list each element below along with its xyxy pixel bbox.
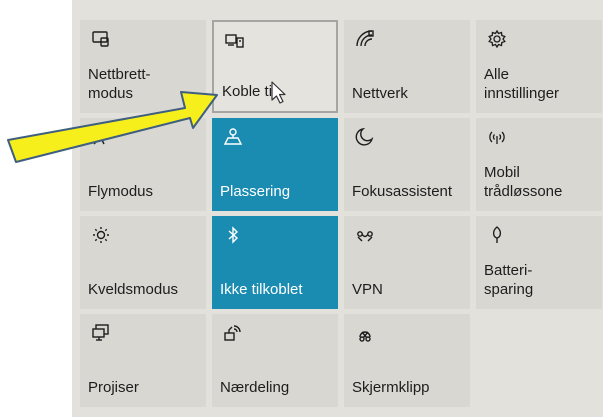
- tile-focus-assist[interactable]: Fokusassistent: [344, 118, 470, 211]
- tablet-mode-icon: [90, 28, 112, 50]
- network-icon: [354, 28, 376, 50]
- gear-icon: [486, 28, 508, 50]
- brightness-icon: [90, 224, 112, 246]
- airplane-icon: [90, 126, 112, 148]
- battery-saver-icon: [486, 224, 508, 246]
- tile-label: Nettverk: [352, 85, 408, 102]
- tile-nearby-sharing[interactable]: Nærdeling: [212, 314, 338, 407]
- tile-label: Alle innstillinger: [484, 66, 560, 102]
- tile-screen-snip[interactable]: Skjermklipp: [344, 314, 470, 407]
- tile-project[interactable]: Projiser: [80, 314, 206, 407]
- tile-mobile-hotspot[interactable]: Mobil trådløssone: [476, 118, 602, 211]
- tile-label: Plassering: [220, 183, 291, 200]
- tile-connect[interactable]: Koble til: [212, 20, 338, 113]
- tile-vpn[interactable]: VPN: [344, 216, 470, 309]
- tile-battery-saver[interactable]: Batteri- sparing: [476, 216, 602, 309]
- tile-tablet-mode[interactable]: Nettbrett- modus: [80, 20, 206, 113]
- tile-label: Fokusassistent: [352, 183, 453, 200]
- tile-label: Mobil trådløssone: [484, 164, 563, 200]
- nearby-share-icon: [222, 322, 244, 344]
- tile-label: Nettbrett- modus: [88, 66, 151, 102]
- tile-all-settings[interactable]: Alle innstillinger: [476, 20, 602, 113]
- hotspot-icon: [486, 126, 508, 148]
- quick-actions-panel: Nettbrett- modus Koble til Nettverk Alle…: [72, 0, 603, 417]
- tile-label: Kveldsmodus: [88, 281, 179, 298]
- tile-location[interactable]: Plassering: [212, 118, 338, 211]
- tile-network[interactable]: Nettverk: [344, 20, 470, 113]
- tile-label: Batteri- sparing: [484, 262, 534, 298]
- tile-label: Flymodus: [88, 183, 154, 200]
- tile-label: Skjermklipp: [352, 379, 430, 396]
- tile-airplane-mode[interactable]: Flymodus: [80, 118, 206, 211]
- project-icon: [90, 322, 112, 344]
- tile-label: Nærdeling: [220, 379, 290, 396]
- vpn-icon: [354, 224, 376, 246]
- tile-bluetooth[interactable]: Ikke tilkoblet: [212, 216, 338, 309]
- moon-icon: [354, 126, 376, 148]
- screen-snip-icon: [354, 322, 376, 344]
- tile-label: VPN: [352, 281, 383, 298]
- mouse-cursor-icon: [271, 81, 286, 104]
- tile-label: Projiser: [88, 379, 139, 396]
- tile-night-light[interactable]: Kveldsmodus: [80, 216, 206, 309]
- bluetooth-icon: [222, 224, 244, 246]
- connect-icon: [224, 30, 246, 52]
- tile-label: Ikke tilkoblet: [220, 281, 303, 298]
- location-icon: [222, 126, 244, 148]
